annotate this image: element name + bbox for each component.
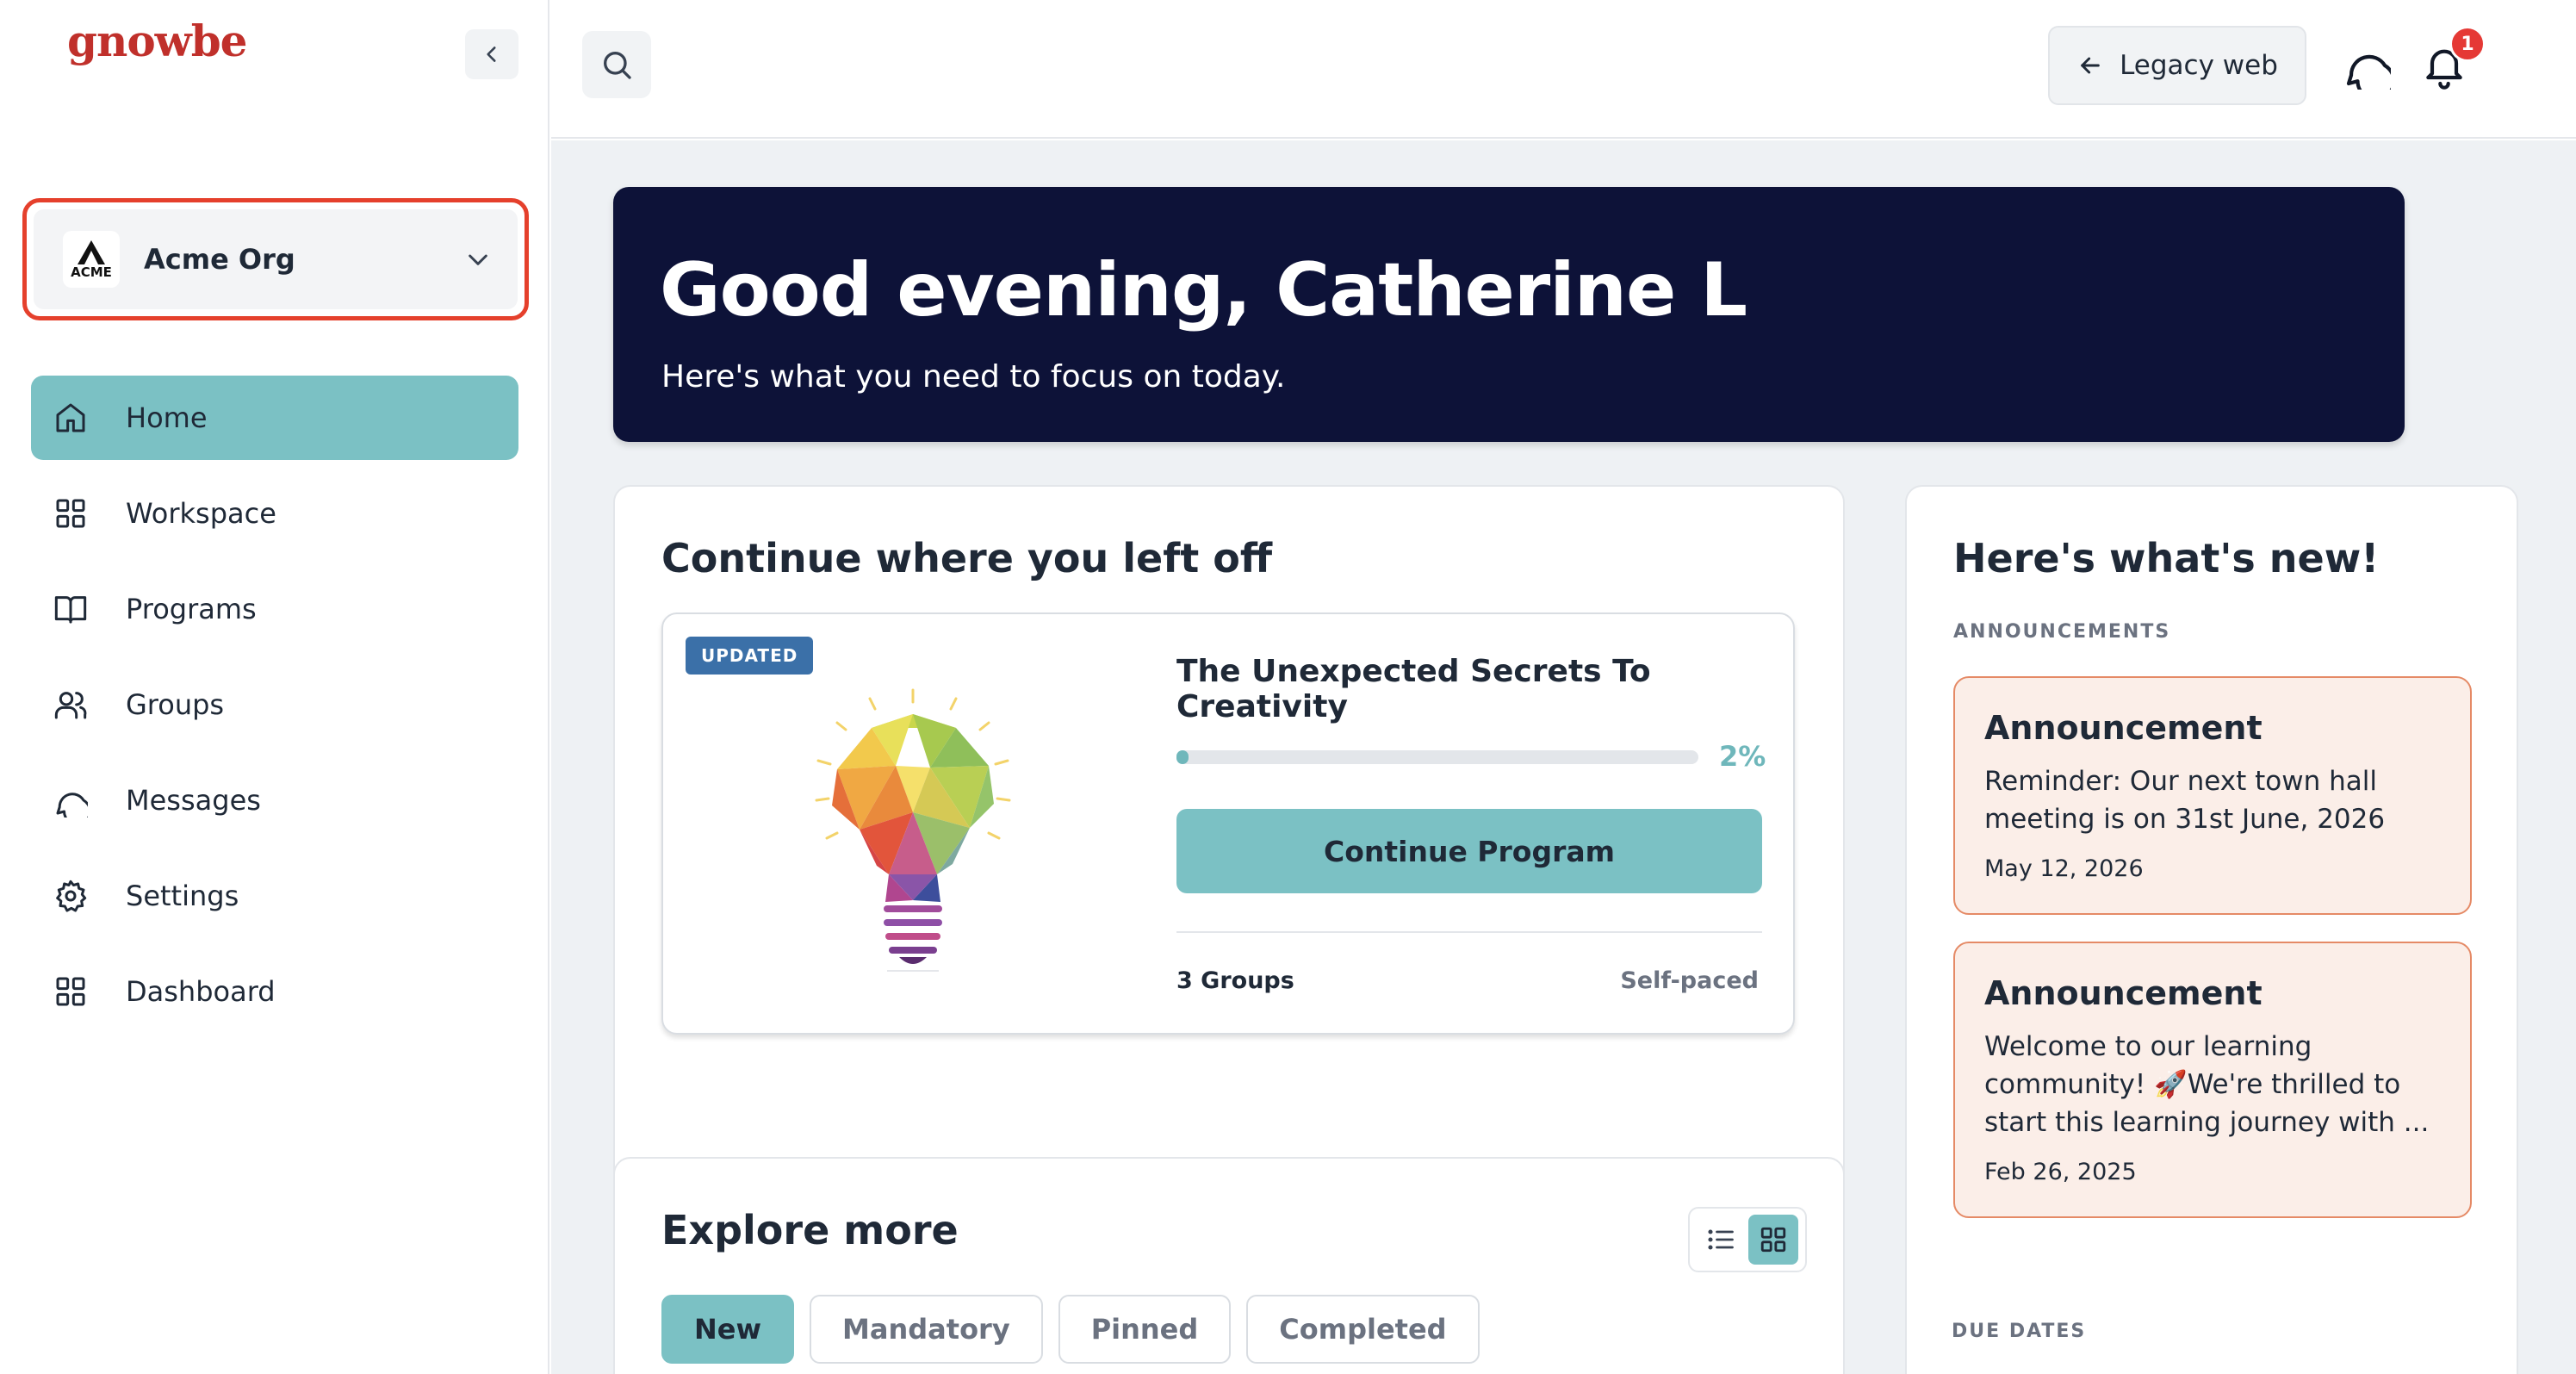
- arrow-left-icon: [2081, 57, 2100, 74]
- whats-new-card: Here's what's new! ANNOUNCEMENTS Announc…: [1905, 485, 2518, 1374]
- search-icon: [604, 52, 631, 79]
- announcement-body: Reminder: Our next town hall meeting is …: [1984, 766, 2386, 835]
- gnowbe-logo[interactable]: gnowbe: [67, 16, 247, 66]
- collapse-sidebar-button[interactable]: [465, 29, 518, 79]
- greeting-title: Good evening, Catherine L: [660, 247, 1747, 333]
- explore-tabs: New Mandatory Pinned Completed: [661, 1295, 1480, 1364]
- chevron-down-icon[interactable]: [464, 246, 492, 273]
- gear-icon: [52, 877, 90, 915]
- groups-count: 3 Groups: [1176, 967, 1294, 994]
- chevron-left-icon: [487, 47, 496, 62]
- list-icon: [1708, 1229, 1734, 1250]
- greeting-banner: Good evening, Catherine L Here's what yo…: [613, 187, 2405, 442]
- explore-card: Explore more New Mandatory Pinned Comple…: [613, 1157, 1845, 1374]
- home-icon: [52, 399, 90, 437]
- sidebar-item-label: Settings: [126, 880, 239, 912]
- grid-view-button[interactable]: [1748, 1215, 1798, 1265]
- topbar: Legacy web 1: [551, 0, 2576, 139]
- progress-bar-fill: [1176, 750, 1189, 764]
- tab-new[interactable]: New: [661, 1295, 795, 1364]
- chat-bubble-icon: [2346, 54, 2391, 90]
- explore-title: Explore more: [661, 1207, 959, 1253]
- continue-card: Continue where you left off UPDATED The …: [613, 485, 1845, 1252]
- sidebar-item-label: Home: [126, 401, 208, 434]
- pace-label: Self-paced: [1620, 967, 1759, 994]
- announcement-card[interactable]: Announcement Welcome to our learning com…: [1953, 942, 2472, 1218]
- grid-icon: [1760, 1227, 1786, 1253]
- sidebar-item-settings[interactable]: Settings: [31, 854, 518, 938]
- tab-completed[interactable]: Completed: [1246, 1295, 1480, 1364]
- tab-pinned[interactable]: Pinned: [1058, 1295, 1232, 1364]
- announcement-body: Welcome to our learning community! 🚀We'r…: [1984, 1031, 2430, 1138]
- sidebar-item-label: Dashboard: [126, 975, 276, 1008]
- continue-program-button[interactable]: Continue Program: [1176, 809, 1762, 893]
- program-divider: [1176, 931, 1762, 933]
- announcement-card[interactable]: Announcement Reminder: Our next town hal…: [1953, 676, 2472, 915]
- messages-button[interactable]: [2341, 40, 2393, 91]
- dashboard-icon: [52, 973, 90, 1010]
- updated-badge: UPDATED: [686, 637, 814, 675]
- greeting-subtitle: Here's what you need to focus on today.: [661, 359, 1286, 395]
- sidebar-item-dashboard[interactable]: Dashboard: [31, 949, 518, 1034]
- org-switcher-inner[interactable]: ACME Acme Org: [34, 209, 518, 309]
- search-button[interactable]: [582, 31, 651, 98]
- announcement-date: May 12, 2026: [1984, 855, 2144, 882]
- whats-new-title: Here's what's new!: [1953, 535, 2380, 581]
- due-dates-label: DUE DATES: [1952, 1321, 2087, 1342]
- grid-icon: [52, 494, 90, 532]
- book-icon: [52, 590, 90, 628]
- notification-badge: 1: [2449, 26, 2486, 62]
- announcement-title: Announcement: [1984, 709, 2263, 747]
- sidebar-item-messages[interactable]: Messages: [31, 758, 518, 842]
- legacy-web-button[interactable]: Legacy web: [2048, 26, 2306, 105]
- chat-icon: [52, 781, 90, 819]
- legacy-web-label: Legacy web: [2120, 50, 2278, 81]
- sidebar-item-groups[interactable]: Groups: [31, 662, 518, 747]
- program-card[interactable]: UPDATED The Unexpected Secrets To Creati…: [661, 612, 1795, 1035]
- sidebar-item-programs[interactable]: Programs: [31, 567, 518, 651]
- sidebar-item-workspace[interactable]: Workspace: [31, 471, 518, 556]
- progress-bar: [1176, 750, 1698, 764]
- program-title[interactable]: The Unexpected Secrets To Creativity: [1176, 654, 1793, 724]
- sidebar-item-label: Messages: [126, 784, 261, 817]
- org-switcher[interactable]: ACME Acme Org: [22, 198, 529, 320]
- main-content: Good evening, Catherine L Here's what yo…: [551, 140, 2576, 1374]
- sidebar-item-label: Workspace: [126, 497, 276, 530]
- lightbulb-illustration: [815, 688, 1011, 972]
- progress-percent: 2%: [1719, 740, 1766, 773]
- announcements-label: ANNOUNCEMENTS: [1953, 621, 2171, 643]
- sidebar-item-label: Groups: [126, 688, 225, 721]
- list-view-button[interactable]: [1705, 1224, 1736, 1255]
- announcement-date: Feb 26, 2025: [1984, 1159, 2137, 1185]
- sidebar-item-home[interactable]: Home: [31, 376, 518, 460]
- org-logo: ACME: [63, 231, 120, 288]
- org-logo-text: ACME: [71, 264, 112, 280]
- acme-logo-icon: [78, 240, 105, 264]
- sidebar-nav: Home Workspace Programs Groups Messages: [31, 376, 518, 1045]
- sidebar: gnowbe ACME Acme Org Home Workspace Prog…: [0, 0, 549, 1374]
- users-icon: [52, 686, 90, 724]
- continue-title: Continue where you left off: [661, 535, 1273, 581]
- tab-mandatory[interactable]: Mandatory: [810, 1295, 1043, 1364]
- view-toggle: [1688, 1207, 1807, 1272]
- announcement-title: Announcement: [1984, 974, 2263, 1012]
- org-name: Acme Org: [144, 243, 295, 276]
- sidebar-item-label: Programs: [126, 593, 257, 625]
